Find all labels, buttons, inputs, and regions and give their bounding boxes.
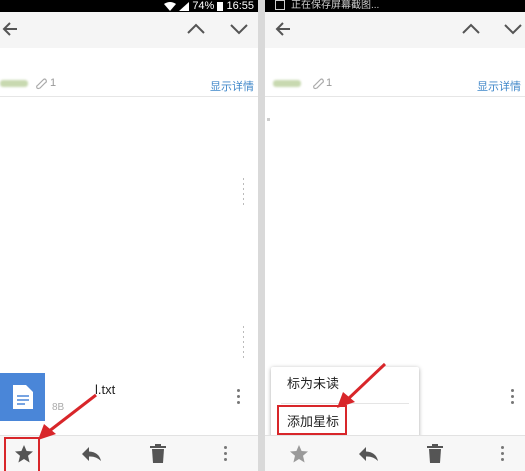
wifi-icon — [164, 1, 177, 11]
clock: 16:55 — [226, 0, 254, 12]
screenshot-notification: 正在保存屏幕截图... — [275, 0, 379, 12]
notification-text: 正在保存屏幕截图... — [291, 0, 380, 11]
chevron-down-icon[interactable] — [503, 20, 523, 38]
header-divider — [0, 96, 258, 97]
trash-icon[interactable] — [150, 444, 166, 464]
battery-level: 74% — [192, 0, 215, 12]
scroll-indicator — [243, 178, 244, 208]
panel-divider — [258, 0, 265, 471]
arrow-left-icon[interactable] — [2, 20, 18, 38]
screenshot-before: 74% 16:55 1 显示详情 l.txt 8B — [0, 0, 258, 471]
signal-icon — [179, 1, 190, 11]
paperclip-icon — [313, 78, 324, 90]
sender-row: 1 显示详情 — [265, 70, 525, 94]
reply-icon[interactable] — [357, 444, 379, 464]
annotation-arrow — [337, 362, 387, 408]
annotation-arrow — [38, 393, 97, 440]
body-mark — [267, 118, 270, 121]
trash-icon[interactable] — [427, 444, 443, 464]
reply-icon[interactable] — [80, 444, 102, 464]
sender-name-blurred — [273, 80, 301, 87]
scroll-indicator — [243, 326, 244, 360]
show-details-link[interactable]: 显示详情 — [210, 78, 254, 94]
chevron-down-icon[interactable] — [229, 20, 249, 38]
action-bar — [265, 435, 525, 471]
header-divider — [265, 96, 525, 97]
app-bar — [0, 12, 258, 48]
chevron-up-icon[interactable] — [461, 20, 481, 38]
chevron-up-icon[interactable] — [186, 20, 206, 38]
app-bar — [265, 12, 525, 48]
sender-name-blurred — [0, 80, 28, 87]
more-vert-icon[interactable] — [511, 389, 515, 407]
attachment-count: 1 — [50, 77, 57, 89]
attachment-count: 1 — [326, 77, 333, 89]
more-vert-icon[interactable] — [501, 446, 505, 464]
more-vert-icon[interactable] — [224, 446, 228, 464]
show-details-link[interactable]: 显示详情 — [477, 78, 521, 94]
arrow-left-icon[interactable] — [275, 20, 291, 38]
screenshot-after: 正在保存屏幕截图... 1 显示详情 标为未读 添加星标 — [265, 0, 525, 471]
more-vert-icon[interactable] — [237, 389, 241, 407]
status-bar: 74% 16:55 — [0, 0, 258, 12]
sender-row: 1 显示详情 — [0, 70, 258, 94]
star-icon[interactable] — [289, 444, 309, 464]
battery-icon — [217, 2, 224, 12]
status-bar: 正在保存屏幕截图... — [265, 0, 525, 12]
paperclip-icon — [36, 78, 47, 90]
